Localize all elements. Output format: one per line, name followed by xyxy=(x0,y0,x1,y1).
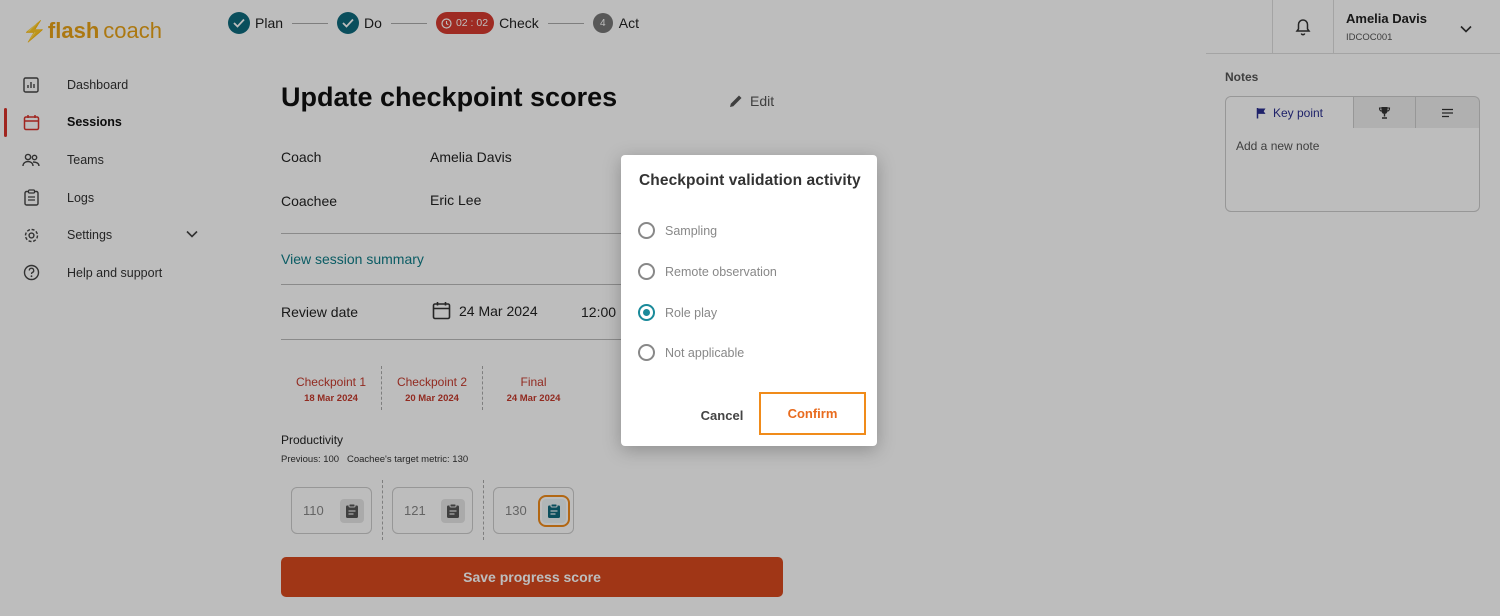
radio-label: Role play xyxy=(665,305,718,320)
checkpoint-validation-dialog: Checkpoint validation activity Sampling … xyxy=(621,155,877,446)
radio-label: Remote observation xyxy=(665,264,777,279)
radio-button[interactable] xyxy=(638,263,655,280)
radio-button[interactable] xyxy=(638,222,655,239)
radio-button[interactable] xyxy=(638,344,655,361)
radio-option-not-applicable[interactable]: Not applicable xyxy=(638,344,744,361)
cancel-button[interactable]: Cancel xyxy=(687,402,757,428)
radio-label: Not applicable xyxy=(665,345,745,360)
radio-option-sampling[interactable]: Sampling xyxy=(638,222,717,239)
radio-option-remote-observation[interactable]: Remote observation xyxy=(638,263,777,280)
radio-button-selected[interactable] xyxy=(638,304,655,321)
confirm-button[interactable]: Confirm xyxy=(759,392,866,435)
radio-option-role-play[interactable]: Role play xyxy=(638,304,717,321)
dialog-title: Checkpoint validation activity xyxy=(639,172,861,189)
radio-label: Sampling xyxy=(665,223,718,238)
